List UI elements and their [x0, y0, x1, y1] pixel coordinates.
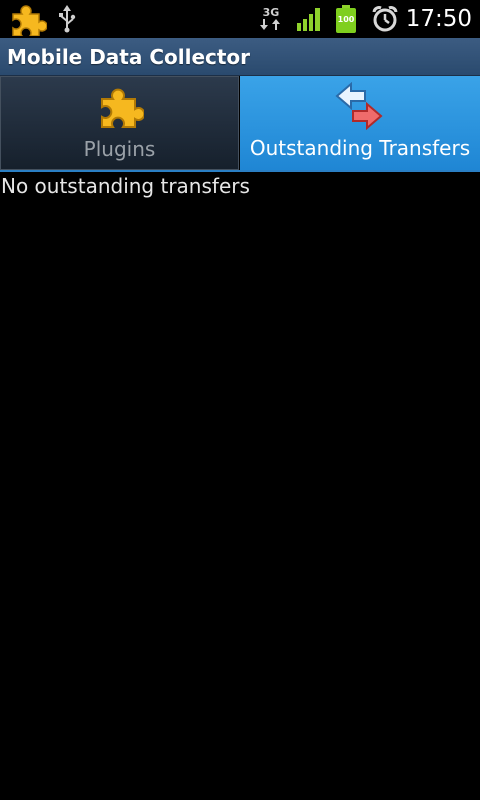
data-arrows-icon — [260, 19, 280, 30]
battery-level-label: 100 — [337, 15, 355, 24]
empty-state-message: No outstanding transfers — [1, 174, 250, 198]
tab-underline — [0, 170, 480, 172]
transfer-arrows-icon — [335, 81, 385, 134]
3g-data-icon: 3G — [256, 0, 286, 38]
puzzle-icon — [96, 83, 145, 135]
tab-bar: Plugins Outstanding Transfers — [0, 76, 480, 172]
tab-plugins[interactable]: Plugins — [0, 76, 239, 170]
tab-plugins-label: Plugins — [83, 137, 156, 161]
puzzle-notification-icon — [8, 0, 48, 38]
status-time: 17:50 — [405, 6, 472, 32]
title-bar: Mobile Data Collector — [0, 38, 480, 76]
alarm-icon — [370, 0, 400, 38]
battery-icon: 100 — [334, 0, 358, 38]
app-title: Mobile Data Collector — [7, 45, 251, 69]
network-type-label: 3G — [262, 6, 280, 19]
signal-icon — [294, 0, 324, 38]
usb-icon — [56, 0, 78, 38]
status-bar: 3G 100 17:50 — [0, 0, 480, 38]
tab-outstanding-transfers-label: Outstanding Transfers — [249, 136, 471, 160]
tab-outstanding-transfers[interactable]: Outstanding Transfers — [240, 76, 480, 170]
